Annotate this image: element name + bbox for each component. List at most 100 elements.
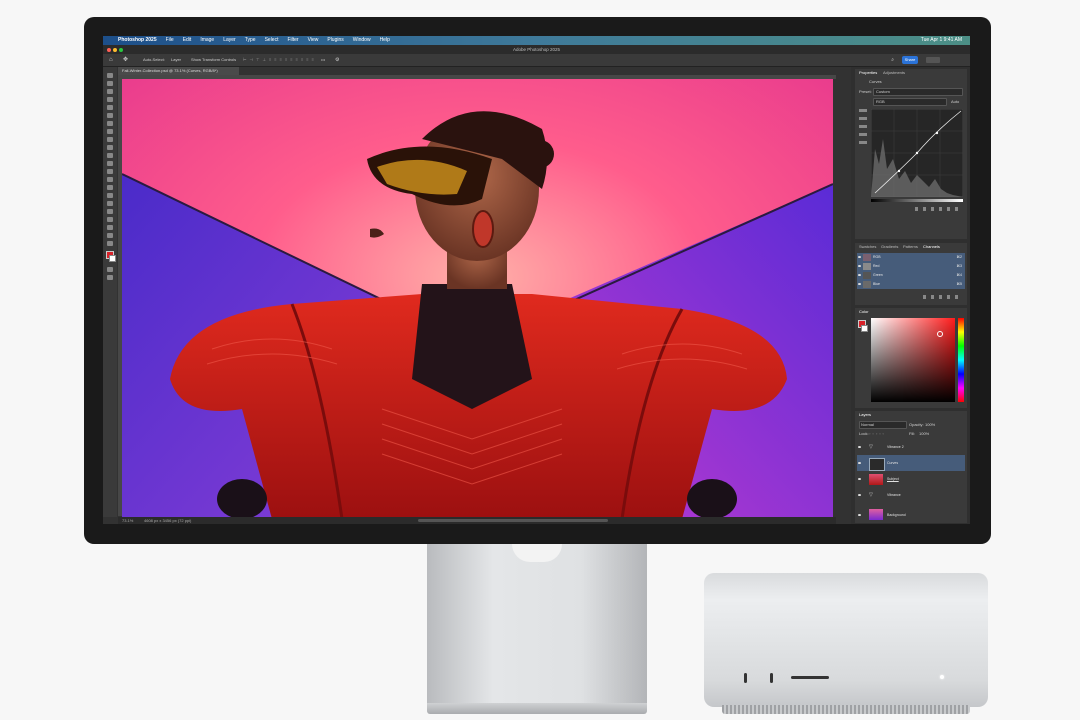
tab-patterns[interactable]: Patterns	[903, 243, 918, 251]
visibility-eye-icon[interactable]	[858, 514, 861, 516]
minimize-window-icon[interactable]	[113, 47, 117, 52]
tab-properties[interactable]: Properties	[859, 69, 877, 77]
history-brush-tool-icon[interactable]	[107, 153, 113, 158]
pen-tool-icon[interactable]	[107, 193, 113, 198]
document-info[interactable]: 4608 px x 3456 px (72 ppi)	[144, 517, 191, 524]
dodge-tool-icon[interactable]	[107, 185, 113, 190]
properties-footer-icons[interactable]	[915, 207, 963, 211]
edit-toolbar-icon[interactable]	[107, 241, 113, 246]
close-window-icon[interactable]	[107, 47, 111, 52]
curve-tools[interactable]	[859, 109, 867, 169]
object-selection-tool-icon[interactable]	[107, 97, 113, 102]
visibility-eye-icon[interactable]	[858, 478, 861, 480]
color-picker-field[interactable]	[871, 318, 955, 402]
menu-app-name[interactable]: Photoshop 2025	[118, 36, 157, 45]
screen-mode-icon[interactable]	[107, 275, 113, 280]
fill-value[interactable]: 100%	[919, 431, 929, 436]
layer-row-selected[interactable]: Curves	[857, 455, 965, 471]
eraser-tool-icon[interactable]	[107, 161, 113, 166]
layer-row[interactable]: ▽ Vibrance 2	[857, 439, 965, 455]
menu-edit[interactable]: Edit	[183, 36, 192, 45]
healing-brush-tool-icon[interactable]	[107, 129, 113, 134]
home-icon[interactable]: ⌂	[109, 54, 113, 66]
tab-color[interactable]: Color	[859, 308, 869, 316]
hand-tool-icon[interactable]	[107, 225, 113, 230]
menu-file[interactable]: File	[166, 36, 174, 45]
zoom-level[interactable]: 73.1%	[122, 517, 133, 524]
hue-slider[interactable]	[958, 318, 964, 402]
show-transform-controls-checkbox[interactable]: Show Transform Controls	[191, 54, 236, 66]
menu-help[interactable]: Help	[380, 36, 390, 45]
visibility-eye-icon[interactable]	[858, 446, 861, 448]
visibility-eye-icon[interactable]	[858, 274, 861, 276]
auto-button[interactable]: Auto	[951, 99, 959, 104]
lock-icons[interactable]: ▫▫▫▫▫	[869, 431, 886, 436]
lasso-tool-icon[interactable]	[107, 89, 113, 94]
frame-tool-icon[interactable]	[107, 113, 113, 118]
auto-select-checkbox[interactable]: Auto-Select:	[143, 54, 165, 66]
visibility-eye-icon[interactable]	[858, 256, 861, 258]
channel-shortcut: ⌘3	[956, 264, 962, 268]
menu-image[interactable]: Image	[200, 36, 214, 45]
menu-window[interactable]: Window	[353, 36, 371, 45]
color-picker-cursor[interactable]	[937, 331, 943, 337]
menu-select[interactable]: Select	[265, 36, 279, 45]
zoom-tool-icon[interactable]	[107, 233, 113, 238]
visibility-eye-icon[interactable]	[858, 283, 861, 285]
tab-adjustments[interactable]: Adjustments	[883, 69, 905, 77]
opacity-value[interactable]: 100%	[925, 422, 935, 427]
share-button[interactable]: Share	[902, 56, 918, 64]
menubar-clock[interactable]: Tue Apr 1 9:41 AM	[921, 36, 962, 45]
channel-row[interactable]: Blue ⌘5	[857, 280, 965, 289]
document-tab[interactable]: Fall-Winter-Collection.psd @ 73.1% (Curv…	[118, 67, 239, 75]
quick-mask-icon[interactable]	[107, 267, 113, 272]
curves-graph[interactable]	[871, 109, 963, 197]
tab-channels[interactable]: Channels	[923, 243, 940, 251]
window-title-bar: Adobe Photoshop 2025	[103, 45, 970, 54]
background-color-swatch[interactable]	[109, 255, 116, 262]
search-icon[interactable]: ⌕	[891, 54, 894, 66]
path-selection-tool-icon[interactable]	[107, 209, 113, 214]
menu-type[interactable]: Type	[245, 36, 256, 45]
blur-tool-icon[interactable]	[107, 177, 113, 182]
visibility-eye-icon[interactable]	[858, 462, 861, 464]
horizontal-scrollbar[interactable]	[418, 519, 608, 522]
more-options-button[interactable]: •••	[321, 54, 325, 66]
tab-layers[interactable]: Layers	[859, 411, 871, 419]
color-panel: Color	[855, 308, 967, 408]
eyedropper-tool-icon[interactable]	[107, 121, 113, 126]
color-background-swatch[interactable]	[861, 325, 868, 332]
brush-tool-icon[interactable]	[107, 137, 113, 142]
menu-layer[interactable]: Layer	[223, 36, 236, 45]
tab-swatches[interactable]: Swatches	[859, 243, 876, 251]
visibility-eye-icon[interactable]	[858, 494, 861, 496]
channel-thumbnail	[863, 281, 871, 288]
align-buttons[interactable]: ⊢⊣⊤⊥≡≡≡≡≡≡≡≡≡	[243, 54, 317, 66]
gradient-tool-icon[interactable]	[107, 169, 113, 174]
workspace-switcher[interactable]	[926, 57, 940, 63]
layer-row[interactable]: ▽ Vibrance	[857, 487, 965, 503]
crop-tool-icon[interactable]	[107, 105, 113, 110]
channel-row[interactable]: RGB ⌘2	[857, 253, 965, 262]
visibility-eye-icon[interactable]	[858, 265, 861, 267]
marquee-tool-icon[interactable]	[107, 81, 113, 86]
menu-view[interactable]: View	[308, 36, 319, 45]
layer-row[interactable]: Background	[855, 507, 967, 523]
menu-plugins[interactable]: Plugins	[327, 36, 343, 45]
layer-row[interactable]: Subject	[857, 471, 965, 487]
clone-stamp-tool-icon[interactable]	[107, 145, 113, 150]
display-stand	[427, 544, 647, 709]
channel-row[interactable]: Green ⌘4	[857, 271, 965, 280]
menu-filter[interactable]: Filter	[287, 36, 298, 45]
move-tool-icon[interactable]: ✥	[123, 54, 128, 66]
move-tool-icon[interactable]	[107, 73, 113, 78]
document-canvas[interactable]	[122, 79, 833, 519]
auto-select-target-dropdown[interactable]: Layer	[171, 54, 181, 66]
tab-gradients[interactable]: Gradients	[881, 243, 898, 251]
type-tool-icon[interactable]	[107, 201, 113, 206]
settings-icon[interactable]: ⚙	[335, 54, 339, 66]
zoom-window-icon[interactable]	[119, 47, 123, 52]
shape-tool-icon[interactable]	[107, 217, 113, 222]
channel-row[interactable]: Red ⌘3	[857, 262, 965, 271]
channels-footer-icons[interactable]	[923, 295, 963, 299]
